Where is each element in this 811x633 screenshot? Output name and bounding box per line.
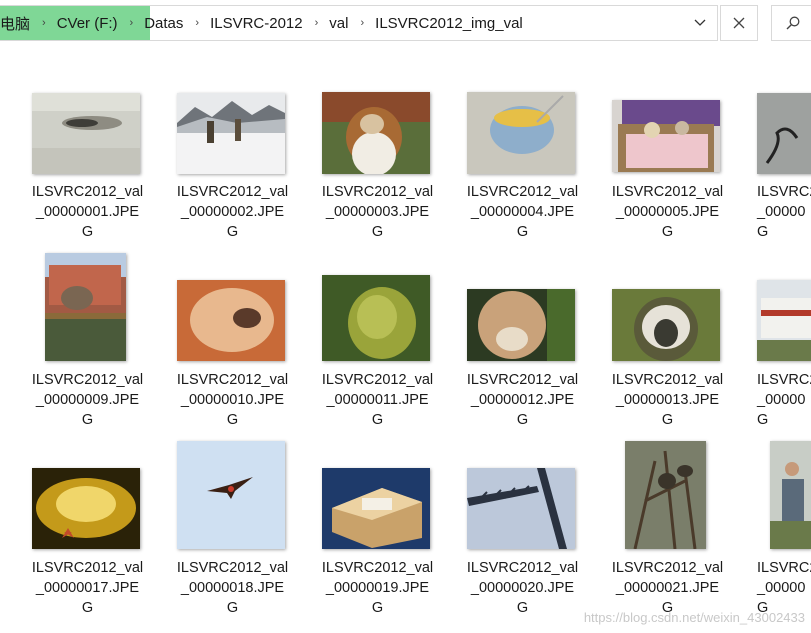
clear-address-button[interactable] bbox=[720, 5, 758, 41]
thumbnail-frame bbox=[15, 438, 160, 550]
toolbar: 电脑 › CVer (F:) › Datas › ILSVRC-2012 › v… bbox=[0, 0, 811, 46]
file-name: ILSVRC2012_val _00000004.JPE G bbox=[466, 184, 579, 240]
address-history-button[interactable] bbox=[689, 6, 711, 40]
breadcrumb-separator[interactable]: › bbox=[348, 17, 375, 29]
file-name: ILSVRC2012_val _00000005.JPE G bbox=[611, 184, 724, 240]
breadcrumb-drive-f[interactable]: CVer (F:) bbox=[57, 15, 118, 32]
thumbnail-image bbox=[322, 275, 430, 361]
breadcrumb-separator[interactable]: › bbox=[183, 17, 210, 29]
file-name: ILSVRC2012_val _00000009.JPE G bbox=[31, 372, 144, 428]
thumbnail-image bbox=[625, 441, 706, 549]
file-name: ILSVRC2012_val _00000010.JPE G bbox=[176, 372, 289, 428]
thumbnail-frame bbox=[305, 250, 450, 362]
breadcrumb-separator[interactable]: › bbox=[303, 17, 330, 29]
file-name: ILSVRC2012_val _00000012.JPE G bbox=[466, 372, 579, 428]
breadcrumb-separator[interactable]: › bbox=[118, 17, 145, 29]
thumbnail-image bbox=[612, 289, 720, 361]
breadcrumb-img-val[interactable]: ILSVRC2012_img_val bbox=[375, 15, 523, 32]
file-name: ILSVRC2_00000G bbox=[757, 560, 811, 616]
thumbnail-image bbox=[612, 100, 720, 172]
thumbnail-image bbox=[322, 468, 430, 549]
thumbnail-image bbox=[467, 468, 575, 549]
breadcrumb: 电脑 › CVer (F:) › Datas › ILSVRC-2012 › v… bbox=[0, 6, 523, 40]
thumbnail-image bbox=[177, 280, 285, 361]
thumbnail-frame bbox=[160, 438, 305, 550]
thumbnail-frame bbox=[160, 250, 305, 362]
thumbnail-image bbox=[757, 93, 811, 174]
thumbnail-image bbox=[322, 92, 430, 174]
file-name: ILSVRC2012_val _00000001.JPE G bbox=[31, 184, 144, 240]
chevron-down-icon bbox=[694, 19, 706, 26]
thumbnail-frame bbox=[740, 250, 811, 362]
thumbnail-frame bbox=[595, 438, 740, 550]
thumbnail-image bbox=[757, 280, 811, 361]
thumbnail-image bbox=[177, 93, 285, 174]
thumbnail-image bbox=[45, 253, 126, 361]
thumbnail-frame bbox=[740, 438, 811, 550]
file-name: ILSVRC2012_val _00000019.JPE G bbox=[321, 560, 434, 616]
thumbnail-image bbox=[177, 441, 285, 549]
watermark: https://blog.csdn.net/weixin_43002433 bbox=[583, 610, 805, 625]
breadcrumb-val[interactable]: val bbox=[329, 15, 348, 32]
thumbnail-frame bbox=[450, 250, 595, 362]
file-name: ILSVRC2012_val _00000013.JPE G bbox=[611, 372, 724, 428]
thumbnail-frame bbox=[305, 438, 450, 550]
file-name: ILSVRC2012_val _00000021.JPE G bbox=[611, 560, 724, 616]
breadcrumb-this-pc[interactable]: 电脑 bbox=[0, 13, 30, 34]
file-name: ILSVRC2_00000G bbox=[757, 372, 811, 428]
file-name: ILSVRC2012_val _00000020.JPE G bbox=[466, 560, 579, 616]
thumbnail-image bbox=[32, 468, 140, 549]
file-name: ILSVRC2012_val _00000003.JPE G bbox=[321, 184, 434, 240]
thumbnail-image bbox=[770, 441, 811, 549]
thumbnail-frame bbox=[450, 438, 595, 550]
thumbnail-frame bbox=[595, 250, 740, 362]
file-name: ILSVRC2012_val _00000017.JPE G bbox=[31, 560, 144, 616]
thumbnail-image bbox=[32, 93, 140, 174]
thumbnail-image bbox=[467, 92, 575, 174]
address-bar[interactable]: 电脑 › CVer (F:) › Datas › ILSVRC-2012 › v… bbox=[0, 5, 718, 41]
thumbnail-frame bbox=[15, 250, 160, 362]
breadcrumb-separator[interactable]: › bbox=[30, 17, 57, 29]
file-name: ILSVRC2012_val _00000002.JPE G bbox=[176, 184, 289, 240]
close-icon bbox=[733, 17, 745, 29]
search-icon bbox=[786, 16, 800, 30]
file-name: ILSVRC2_00000G bbox=[757, 184, 811, 240]
thumbnail-image bbox=[467, 289, 575, 361]
breadcrumb-ilsvrc-2012[interactable]: ILSVRC-2012 bbox=[210, 15, 303, 32]
search-box[interactable] bbox=[771, 5, 811, 41]
file-name: ILSVRC2012_val _00000018.JPE G bbox=[176, 560, 289, 616]
file-name: ILSVRC2012_val _00000011.JPE G bbox=[321, 372, 434, 428]
breadcrumb-datas[interactable]: Datas bbox=[144, 15, 183, 32]
